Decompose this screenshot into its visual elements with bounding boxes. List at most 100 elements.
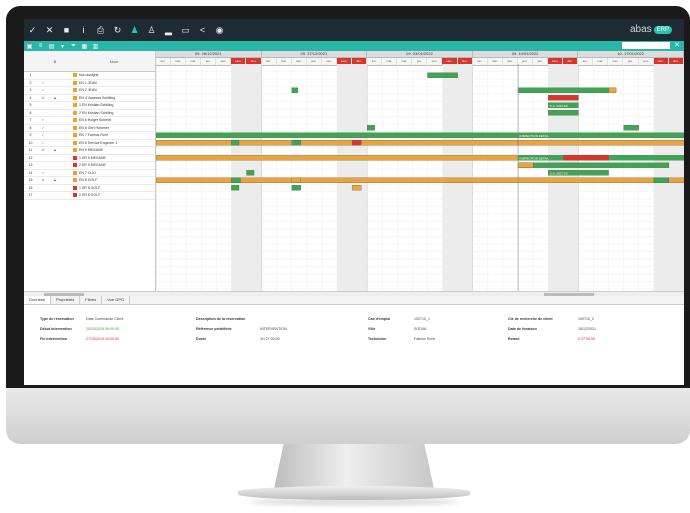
booking-bar	[291, 177, 301, 183]
resource-row[interactable]: 8 ✓ EN 6 Gert Hammer	[24, 125, 155, 132]
col-status-header[interactable]	[37, 51, 49, 71]
row-number: 3	[29, 88, 32, 93]
wrench-icon	[73, 185, 77, 190]
resource-row[interactable]: 16 1 SR 8 GOLF	[24, 185, 155, 192]
toolbar2-button-6[interactable]: ▥	[90, 41, 101, 51]
resource-row[interactable]: 11 ⊘ ▲ EN 9 MEGANE	[24, 147, 155, 155]
booking-bar	[291, 87, 298, 93]
resource-row[interactable]: 13 2 SR 9 MEGANE	[24, 162, 155, 170]
resource-row[interactable]: 1 Non assigné	[24, 72, 155, 80]
tab-1[interactable]: Propriétés	[51, 296, 81, 304]
detail-field: Clé de recherche de client 100710_0	[508, 317, 594, 321]
status-icon: ✓	[41, 88, 45, 93]
row-number: 6	[29, 110, 32, 115]
toolbar2-button-4[interactable]: ⏷	[68, 41, 79, 51]
toolbar2-button-0[interactable]: ▣	[24, 41, 35, 51]
resource-label: EN 4 Vanessa Schilling	[79, 95, 116, 100]
resource-name: EN 4 Vanessa Schilling	[73, 96, 155, 100]
person-icon	[73, 80, 77, 85]
status-icon: ✓	[41, 170, 45, 175]
resource-label: EN 6 Gert Hammer	[79, 125, 109, 130]
resource-label: EN 1 JEAN	[79, 80, 97, 85]
resource-label: 2 SR 8 GOLF	[79, 193, 101, 198]
resource-label: EN 7 CLIO	[79, 170, 96, 175]
wrench-icon	[73, 155, 77, 160]
resource-row[interactable]: 6 2 EN Kristian Schilling	[24, 110, 155, 117]
resource-name: 2 SR 9 MEGANE	[73, 163, 155, 168]
status-icon: ✓	[41, 118, 45, 123]
warning-icon: ▲	[53, 178, 57, 183]
toolbar2-button-2[interactable]: ▤	[46, 41, 57, 51]
stop-icon[interactable]: ■	[58, 19, 75, 41]
booking-bar	[517, 162, 534, 168]
booking-bar	[367, 125, 375, 131]
person-icon	[73, 178, 77, 183]
print-icon[interactable]: ⎙	[92, 19, 109, 41]
resource-row[interactable]: 4 ⊘ ▲ EN 4 Vanessa Schilling	[24, 95, 155, 102]
toolbar2-button-1[interactable]: ≡	[35, 41, 46, 51]
resource-row[interactable]: 10 ✓ EN 8 Service Engineer 1	[24, 140, 155, 147]
resource-row[interactable]: 5 1 EN Kristian Schilling	[24, 102, 155, 110]
resource-label: 2 SR 9 MEGANE	[79, 163, 106, 168]
detail-label: Clé de recherche de client	[508, 317, 553, 321]
col-c-header[interactable]	[61, 51, 73, 71]
user-icon[interactable]: ♟	[126, 19, 143, 41]
detail-field: Type de réservation Date Commande Client	[40, 317, 123, 321]
chart-icon[interactable]: ▂	[160, 19, 177, 41]
resource-row[interactable]: 15 ⊘ ▲ EN 8 GOLF	[24, 177, 155, 185]
row-number: 5	[29, 103, 32, 108]
gantt-chart: 09. 26/12/2021 09. 27/12/2021 09. 03/01/20…	[156, 51, 684, 291]
resource-row[interactable]: 9 ✓ EN 7 Fatmus Rohr	[24, 132, 155, 140]
toolbar2-button-5[interactable]: ▦	[79, 41, 90, 51]
detail-label: Date de livraison	[508, 327, 537, 331]
detail-label: Technicien	[368, 337, 387, 341]
search-input[interactable]	[622, 42, 670, 49]
resource-row[interactable]: 3 ✓ EN 2 JEAN	[24, 87, 155, 95]
resource-row[interactable]: 7 ✓ EN 6 Holger Schmitt	[24, 117, 155, 125]
camera-icon[interactable]: ◉	[211, 19, 228, 41]
status-icon: ✓	[41, 133, 45, 138]
resource-row[interactable]: 12 1 SR 9 MEGANE	[24, 155, 155, 162]
booking-bar	[231, 185, 240, 191]
col-name-header[interactable]: Nom	[73, 51, 155, 71]
refresh-icon[interactable]: ↻	[109, 19, 126, 41]
detail-label: Référence prédéfinie	[196, 327, 232, 331]
booking-bar	[517, 162, 670, 168]
booking-bar	[156, 140, 519, 146]
detail-field: Retard 0 27:00:00	[508, 337, 595, 341]
info-icon[interactable]: i	[75, 19, 92, 41]
person-icon[interactable]: ♙	[143, 19, 160, 41]
resource-row[interactable]: 2 ✓ EN 1 JEAN	[24, 80, 155, 87]
status-icon: ✓	[41, 140, 45, 145]
booking-bar	[156, 155, 519, 161]
resource-row[interactable]: 14 ✓ EN 7 CLIO	[24, 170, 155, 177]
status-icon: ✓	[41, 125, 45, 130]
resource-name: EN 8 Service Engineer 1	[73, 141, 155, 145]
tab-0[interactable]: Données	[24, 296, 52, 304]
row-number: 11	[28, 148, 33, 153]
close-icon[interactable]: ✕	[674, 41, 680, 49]
person-icon	[73, 95, 77, 100]
tab-3[interactable]: Vue GPG	[102, 296, 131, 304]
weekend-column	[352, 64, 368, 291]
resource-name: EN 8 GOLF	[73, 178, 155, 183]
share-icon[interactable]: <	[194, 19, 211, 41]
tab-2[interactable]: Filtres	[80, 296, 103, 304]
booking-bar	[517, 140, 684, 146]
col-number-header[interactable]	[24, 51, 37, 71]
booking-bar	[246, 170, 255, 176]
resource-label: EN 9 MEGANE	[79, 148, 103, 153]
resource-row[interactable]: 17 2 SR 8 GOLF	[24, 192, 155, 200]
row-number: 10	[28, 140, 33, 145]
detail-value: Fatmus Rohr	[414, 337, 435, 341]
resource-name: EN 7 CLIO	[73, 171, 155, 175]
col-b-header[interactable]: B	[49, 51, 61, 71]
check-icon[interactable]: ✓	[24, 19, 41, 41]
toolbar2-button-3[interactable]: ▾	[57, 41, 68, 51]
monitor-icon[interactable]: ▭	[177, 19, 194, 41]
detail-field: Date de livraison 15/12/2021	[508, 327, 596, 331]
row-number: 4	[29, 95, 32, 100]
close-icon[interactable]: ✕	[41, 19, 58, 41]
monitor-stand-neck	[274, 444, 434, 489]
gantt-grid: C.A. 2017-00 INSPECTION DETAIL INSPECTION …	[156, 64, 684, 291]
